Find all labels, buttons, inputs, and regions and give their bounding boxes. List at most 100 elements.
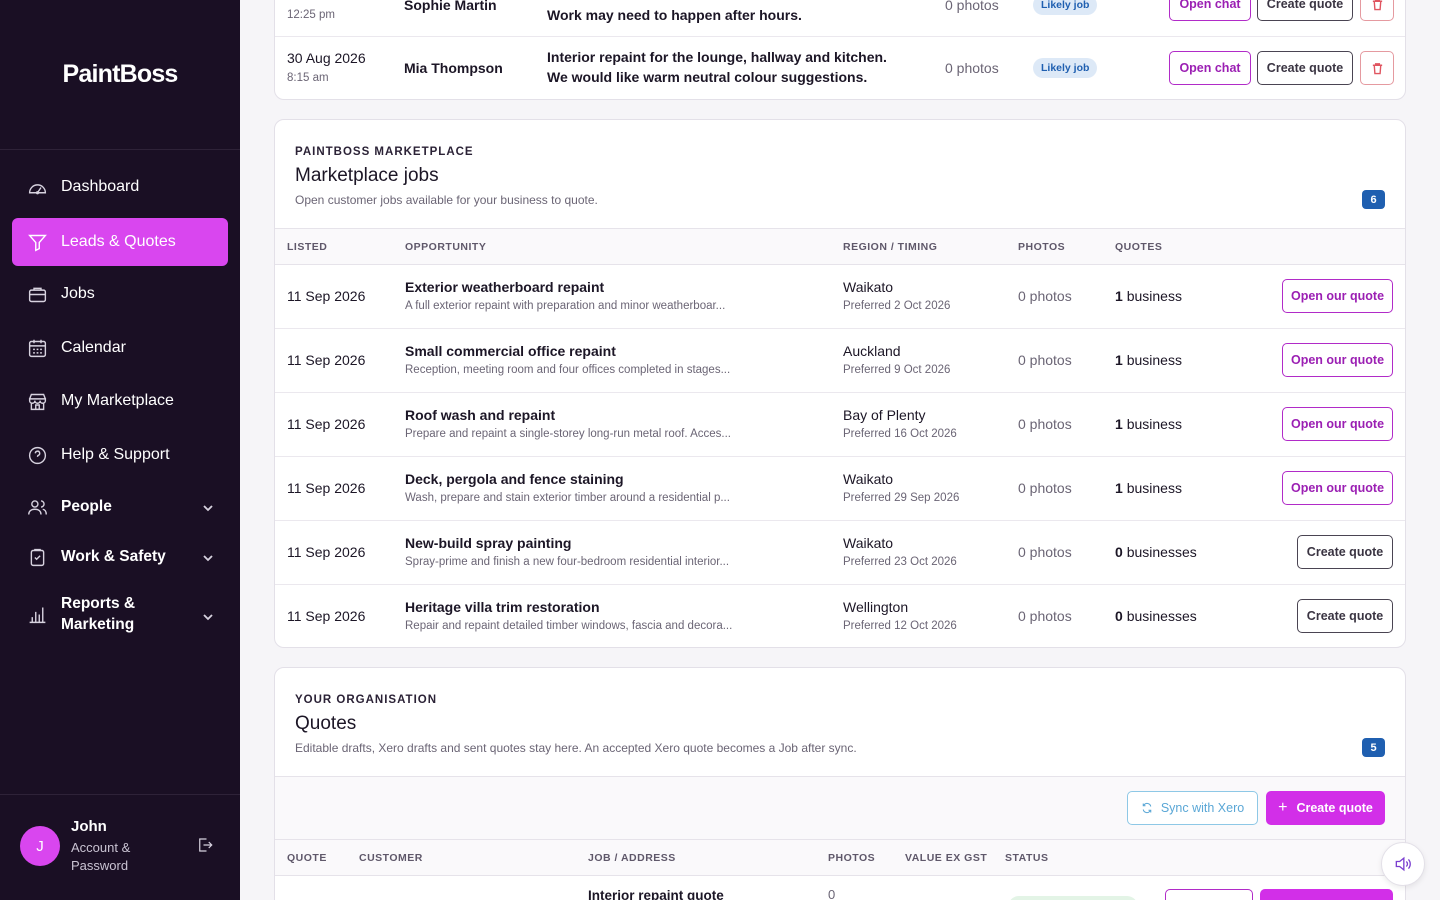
open-our-quote-button[interactable]: Open our quote bbox=[1282, 343, 1393, 377]
open-chat-button[interactable]: Open chat bbox=[1169, 0, 1251, 21]
job-title[interactable]: Deck, pergola and fence staining bbox=[405, 471, 624, 487]
job-quotes: 1 business bbox=[1115, 416, 1182, 432]
section-title: Marketplace jobs bbox=[295, 165, 439, 186]
gauge-icon bbox=[26, 176, 48, 198]
job-photos: 0 photos bbox=[1018, 544, 1072, 560]
table-row[interactable]: Interior repaint quote 0 bbox=[275, 876, 1405, 900]
quotes-toolbar: Sync with Xero + Create quote bbox=[275, 776, 1405, 839]
job-photos: 0 photos bbox=[1018, 416, 1072, 432]
sidebar-item-my-marketplace[interactable]: My Marketplace bbox=[12, 377, 228, 425]
sidebar-item-calendar[interactable]: Calendar bbox=[12, 324, 228, 372]
delete-button[interactable] bbox=[1360, 0, 1394, 21]
account-password-link[interactable]: Account & Password bbox=[71, 839, 161, 875]
column-header: JOB / ADDRESS bbox=[588, 852, 676, 864]
job-description: Wash, prepare and stain exterior timber … bbox=[405, 492, 730, 504]
table-row[interactable]: 11 Sep 2026 New-build spray painting Spray… bbox=[275, 521, 1405, 585]
sidebar-item-label: Help & Support bbox=[61, 446, 170, 463]
filter-icon bbox=[26, 231, 48, 253]
job-title[interactable]: Heritage villa trim restoration bbox=[405, 599, 600, 615]
job-title[interactable]: Small commercial office repaint bbox=[405, 343, 616, 359]
bar-chart-icon bbox=[26, 603, 48, 625]
sidebar-group-label: People bbox=[61, 498, 112, 515]
calendar-icon bbox=[26, 337, 48, 359]
lead-photos: 0 photos bbox=[945, 0, 999, 13]
lead-photos: 0 photos bbox=[945, 60, 999, 76]
table-row[interactable]: 11 Sep 2026 Roof wash and repaint Prepare … bbox=[275, 393, 1405, 457]
sidebar: PaintBoss Dashboard Leads & Quotes Jobs … bbox=[0, 0, 240, 900]
table-row[interactable]: 11 Sep 2026 Deck, pergola and fence stain… bbox=[275, 457, 1405, 521]
table-row[interactable]: 12:25 pm Sophie Martin Work may need to … bbox=[275, 0, 1405, 37]
avatar[interactable]: J bbox=[20, 826, 60, 866]
count-badge: 5 bbox=[1362, 738, 1385, 757]
job-photos: 0 photos bbox=[1018, 352, 1072, 368]
open-our-quote-button[interactable]: Open our quote bbox=[1282, 279, 1393, 313]
create-quote-button[interactable]: Create quote bbox=[1297, 599, 1393, 633]
user-account[interactable]: J John Account & Password bbox=[20, 818, 220, 878]
job-preferred-date: Preferred 2 Oct 2026 bbox=[843, 300, 951, 312]
quote-photos: 0 bbox=[828, 887, 836, 900]
job-title[interactable]: New-build spray painting bbox=[405, 535, 571, 551]
table-row[interactable]: 11 Sep 2026 Exterior weatherboard repaint… bbox=[275, 265, 1405, 329]
job-title[interactable]: Exterior weatherboard repaint bbox=[405, 279, 604, 295]
section-eyebrow: YOUR ORGANISATION bbox=[295, 694, 438, 706]
open-chat-button[interactable]: Open chat bbox=[1169, 51, 1251, 85]
table-header: QUOTE CUSTOMER JOB / ADDRESS PHOTOS VALU… bbox=[275, 839, 1405, 876]
plus-icon: + bbox=[1278, 799, 1288, 816]
table-row[interactable]: 30 Aug 2026 8:15 am Mia Thompson Interio… bbox=[275, 37, 1405, 99]
job-photos: 0 photos bbox=[1018, 288, 1072, 304]
job-title[interactable]: Roof wash and repaint bbox=[405, 407, 555, 423]
sidebar-group-reports-marketing[interactable]: Reports & Marketing bbox=[12, 590, 228, 638]
create-quote-button[interactable]: Create quote bbox=[1297, 535, 1393, 569]
row-primary-button[interactable] bbox=[1260, 889, 1393, 900]
job-description: Spray-prime and finish a new four-bedroo… bbox=[405, 556, 730, 568]
logout-icon[interactable] bbox=[196, 836, 216, 856]
delete-button[interactable] bbox=[1360, 51, 1394, 85]
column-header: QUOTE bbox=[287, 852, 327, 864]
sidebar-item-leads-quotes[interactable]: Leads & Quotes bbox=[12, 218, 228, 266]
lead-message: Work may need to happen after hours. bbox=[547, 7, 802, 23]
job-preferred-date: Preferred 9 Oct 2026 bbox=[843, 364, 951, 376]
listed-date: 11 Sep 2026 bbox=[287, 288, 366, 304]
open-our-quote-button[interactable]: Open our quote bbox=[1282, 407, 1393, 441]
quote-job: Interior repaint quote bbox=[588, 888, 724, 900]
people-icon bbox=[26, 496, 48, 518]
create-quote-button[interactable]: + Create quote bbox=[1266, 791, 1385, 825]
sidebar-item-help-support[interactable]: Help & Support bbox=[12, 431, 228, 479]
status-badge: Likely job bbox=[1033, 58, 1098, 78]
sidebar-item-jobs[interactable]: Jobs bbox=[12, 270, 228, 318]
sidebar-group-people[interactable]: People bbox=[12, 483, 228, 531]
sidebar-divider bbox=[0, 794, 240, 795]
trash-icon bbox=[1372, 62, 1382, 74]
job-description: Repair and repaint detailed timber windo… bbox=[405, 620, 733, 632]
create-quote-button[interactable]: Create quote bbox=[1257, 0, 1353, 21]
table-header: LISTED OPPORTUNITY REGION / TIMING PHOTO… bbox=[275, 228, 1405, 265]
row-action-button[interactable] bbox=[1165, 889, 1253, 900]
sidebar-group-label: Work & Safety bbox=[61, 548, 166, 565]
leads-card: 12:25 pm Sophie Martin Work may need to … bbox=[274, 0, 1406, 100]
sidebar-item-label: Calendar bbox=[61, 339, 126, 356]
job-quotes: 0 businesses bbox=[1115, 608, 1197, 624]
sidebar-item-dashboard[interactable]: Dashboard bbox=[12, 163, 228, 211]
app-logo[interactable]: PaintBoss bbox=[0, 60, 240, 89]
column-header: OPPORTUNITY bbox=[405, 241, 487, 253]
chevron-down-icon bbox=[202, 501, 214, 513]
job-description: Reception, meeting room and four offices… bbox=[405, 364, 731, 376]
sync-xero-button[interactable]: Sync with Xero bbox=[1127, 791, 1258, 825]
table-row[interactable]: 11 Sep 2026 Small commercial office repai… bbox=[275, 329, 1405, 393]
job-photos: 0 photos bbox=[1018, 480, 1072, 496]
table-row[interactable]: 11 Sep 2026 Heritage villa trim restorati… bbox=[275, 585, 1405, 647]
user-name: John bbox=[71, 818, 107, 835]
open-our-quote-button[interactable]: Open our quote bbox=[1282, 471, 1393, 505]
help-icon bbox=[26, 444, 48, 466]
column-header: VALUE EX GST bbox=[905, 852, 988, 864]
column-header: CUSTOMER bbox=[359, 852, 423, 864]
sidebar-group-work-safety[interactable]: Work & Safety bbox=[12, 533, 228, 581]
job-quotes: 1 business bbox=[1115, 352, 1182, 368]
column-header: STATUS bbox=[1005, 852, 1049, 864]
create-quote-button[interactable]: Create quote bbox=[1257, 51, 1353, 85]
column-header: PHOTOS bbox=[1018, 241, 1066, 253]
listed-date: 11 Sep 2026 bbox=[287, 608, 366, 624]
status-badge: Likely job bbox=[1033, 0, 1098, 15]
job-preferred-date: Preferred 12 Oct 2026 bbox=[843, 620, 957, 632]
audio-assistant-button[interactable] bbox=[1381, 842, 1425, 886]
